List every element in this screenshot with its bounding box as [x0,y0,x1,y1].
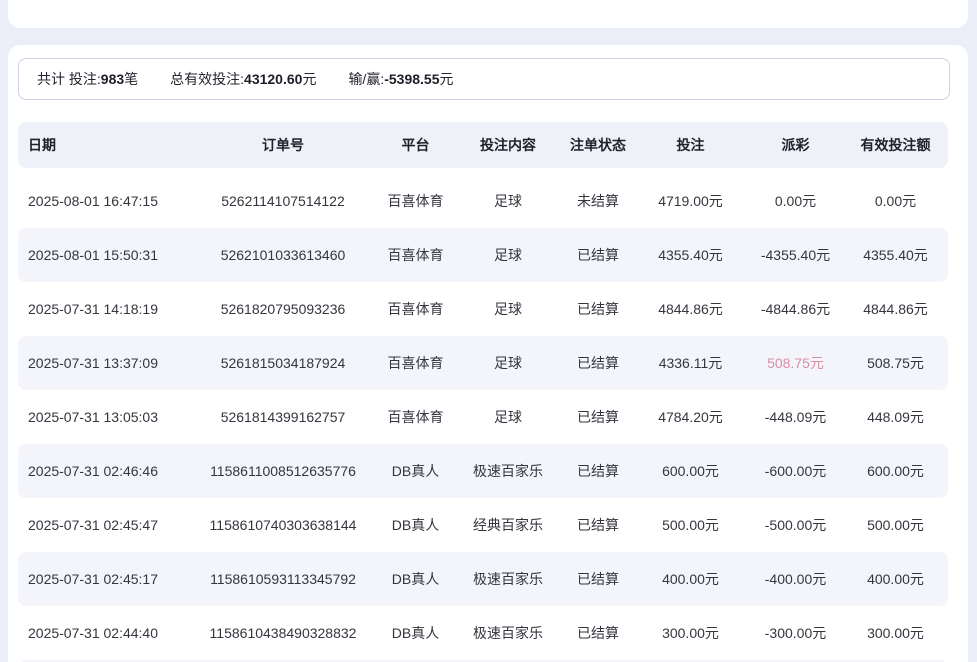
cell-valid: 4355.40元 [843,245,948,265]
summary-bar: 共计 投注:983笔 总有效投注:43120.60元 输/赢:-5398.55元 [18,58,950,100]
cell-content: 足球 [453,407,563,427]
cell-bet: 400.00元 [633,569,748,589]
table-row: 2025-08-01 15:50:315262101033613460百喜体育足… [18,228,948,282]
column-header-order: 订单号 [188,135,378,155]
cell-status: 已结算 [563,299,633,319]
cell-order: 1158610438490328832 [188,625,378,641]
table-row: 2025-07-31 14:18:195261820795093236百喜体育足… [18,282,948,336]
cell-payout: -400.00元 [748,569,843,589]
table-row: 2025-07-31 02:46:461158611008512635776DB… [18,444,948,498]
cell-content: 足球 [453,245,563,265]
cell-status: 未结算 [563,191,633,211]
cell-order: 5261814399162757 [188,409,378,425]
cell-status: 已结算 [563,515,633,535]
cell-content: 足球 [453,299,563,319]
cell-status: 已结算 [563,569,633,589]
column-header-platform: 平台 [378,135,453,155]
cell-bet: 4719.00元 [633,191,748,211]
cell-order: 1158611008512635776 [188,463,378,479]
cell-date: 2025-07-31 02:45:47 [18,517,188,533]
column-header-status: 注单状态 [563,135,633,155]
cell-platform: 百喜体育 [378,299,453,319]
cell-date: 2025-07-31 02:44:40 [18,625,188,641]
cell-payout: 0.00元 [748,191,843,211]
cell-platform: 百喜体育 [378,407,453,427]
cell-platform: 百喜体育 [378,245,453,265]
cell-bet: 4784.20元 [633,407,748,427]
table-row: 2025-08-01 16:47:155262114107514122百喜体育足… [18,174,948,228]
cell-content: 经典百家乐 [453,515,563,535]
cell-status: 已结算 [563,353,633,373]
cell-order: 5262114107514122 [188,193,378,209]
table-row: 2025-07-31 13:37:095261815034187924百喜体育足… [18,336,948,390]
cell-bet: 500.00元 [633,515,748,535]
cell-valid: 600.00元 [843,461,948,481]
cell-date: 2025-08-01 15:50:31 [18,247,188,263]
cell-valid: 400.00元 [843,569,948,589]
cell-payout: -300.00元 [748,623,843,643]
cell-order: 1158610593113345792 [188,571,378,587]
cell-order: 1158610740303638144 [188,517,378,533]
cell-platform: 百喜体育 [378,191,453,211]
cell-status: 已结算 [563,461,633,481]
cell-date: 2025-08-01 16:47:15 [18,193,188,209]
column-header-payout: 派彩 [748,135,843,155]
cell-payout: -600.00元 [748,461,843,481]
cell-bet: 4844.86元 [633,299,748,319]
cell-bet: 600.00元 [633,461,748,481]
cell-valid: 500.00元 [843,515,948,535]
cell-payout: 508.75元 [748,353,843,373]
column-header-content: 投注内容 [453,135,563,155]
cell-order: 5261820795093236 [188,301,378,317]
cell-platform: DB真人 [378,515,453,535]
cell-content: 足球 [453,191,563,211]
cell-bet: 4336.11元 [633,353,748,373]
cell-bet: 4355.40元 [633,245,748,265]
cell-date: 2025-07-31 02:45:17 [18,571,188,587]
cell-valid: 0.00元 [843,191,948,211]
cell-status: 已结算 [563,407,633,427]
cell-bet: 300.00元 [633,623,748,643]
cell-date: 2025-07-31 13:05:03 [18,409,188,425]
cell-platform: DB真人 [378,569,453,589]
cell-payout: -4355.40元 [748,245,843,265]
cell-content: 极速百家乐 [453,569,563,589]
cell-platform: DB真人 [378,461,453,481]
cell-payout: -4844.86元 [748,299,843,319]
cell-order: 5261815034187924 [188,355,378,371]
cell-valid: 4844.86元 [843,299,948,319]
table-row: 2025-07-31 02:45:471158610740303638144DB… [18,498,948,552]
betting-records-page: 共计 投注:983笔 总有效投注:43120.60元 输/赢:-5398.55元… [0,0,977,662]
cell-order: 5262101033613460 [188,247,378,263]
summary-valid-bets: 总有效投注:43120.60元 [170,69,316,89]
column-header-bet: 投注 [633,135,748,155]
table-body: 2025-08-01 16:47:155262114107514122百喜体育足… [18,174,948,662]
cell-date: 2025-07-31 02:46:46 [18,463,188,479]
table-header: 日期订单号平台投注内容注单状态投注派彩有效投注额 [18,122,948,168]
summary-win-loss: 输/赢:-5398.55元 [348,69,453,89]
cell-date: 2025-07-31 14:18:19 [18,301,188,317]
cell-content: 极速百家乐 [453,461,563,481]
cell-content: 极速百家乐 [453,623,563,643]
cell-valid: 300.00元 [843,623,948,643]
cell-status: 已结算 [563,623,633,643]
cell-status: 已结算 [563,245,633,265]
cell-platform: DB真人 [378,623,453,643]
cell-payout: -448.09元 [748,407,843,427]
filter-toolbar-card [8,0,968,28]
cell-valid: 448.09元 [843,407,948,427]
cell-date: 2025-07-31 13:37:09 [18,355,188,371]
table-row: 2025-07-31 13:05:035261814399162757百喜体育足… [18,390,948,444]
cell-payout: -500.00元 [748,515,843,535]
cell-platform: 百喜体育 [378,353,453,373]
cell-valid: 508.75元 [843,353,948,373]
cell-content: 足球 [453,353,563,373]
column-header-valid: 有效投注额 [843,135,948,155]
records-card: 共计 投注:983笔 总有效投注:43120.60元 输/赢:-5398.55元… [8,45,968,662]
table-row: 2025-07-31 02:45:171158610593113345792DB… [18,552,948,606]
column-header-date: 日期 [18,135,188,155]
summary-total-bets: 共计 投注:983笔 [37,69,138,89]
table-row: 2025-07-31 02:44:401158610438490328832DB… [18,606,948,660]
